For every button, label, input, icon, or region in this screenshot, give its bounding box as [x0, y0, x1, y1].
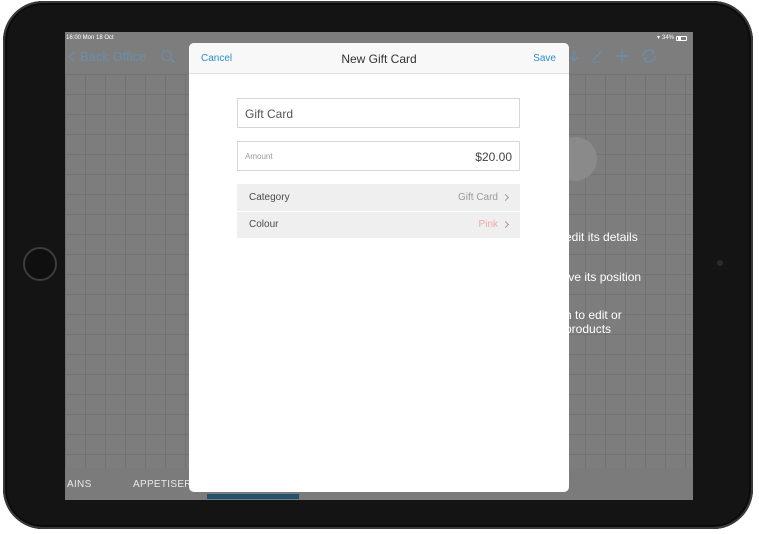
battery-icon	[676, 35, 687, 41]
options-group: Category Gift Card Colour Pink	[237, 184, 520, 238]
camera-icon	[717, 260, 723, 266]
tab-mains[interactable]: AINS	[67, 479, 92, 490]
selected-tab-indicator	[207, 494, 299, 499]
battery-percent: 34%	[661, 35, 674, 41]
chevron-right-icon	[501, 193, 510, 202]
modal-title: New Gift Card	[341, 52, 417, 66]
chevron-right-icon	[501, 220, 510, 229]
tab-appetisers[interactable]: APPETISER	[133, 479, 192, 490]
back-office-button[interactable]: Back Office	[68, 49, 147, 64]
back-office-label: Back Office	[80, 49, 147, 64]
sync-icon[interactable]	[640, 48, 658, 64]
colour-value: Pink	[478, 219, 498, 230]
search-icon[interactable]	[161, 50, 172, 61]
gift-card-name-field[interactable]: Gift Card	[237, 98, 520, 128]
save-button[interactable]: Save	[533, 53, 556, 64]
status-time: 16:00 Mon 18 Oct	[66, 35, 114, 41]
screen: 16:00 Mon 18 Oct ▾ 34% Back Office o edi…	[65, 32, 693, 500]
amount-field[interactable]: Amount $20.00	[237, 141, 520, 171]
category-label: Category	[249, 192, 290, 203]
colour-row[interactable]: Colour Pink	[237, 211, 520, 238]
pencil-icon[interactable]	[590, 49, 604, 63]
plus-icon[interactable]	[614, 48, 630, 64]
wifi-icon: ▾	[656, 35, 660, 41]
category-row[interactable]: Category Gift Card	[237, 184, 520, 212]
colour-label: Colour	[249, 219, 279, 230]
status-indicators: ▾ 34%	[657, 32, 687, 44]
amount-label: Amount	[245, 152, 273, 161]
category-value: Gift Card	[457, 192, 498, 203]
home-button[interactable]	[23, 247, 57, 281]
gift-card-name-value: Gift Card	[245, 107, 294, 121]
toolbar-actions	[568, 48, 658, 64]
modal-header: Cancel New Gift Card Save	[189, 43, 569, 74]
amount-value: $20.00	[475, 150, 512, 164]
download-icon[interactable]	[568, 49, 580, 63]
chevron-left-icon	[68, 51, 79, 62]
new-gift-card-modal: Cancel New Gift Card Save Gift Card Amou…	[189, 43, 569, 492]
ipad-device-frame: 16:00 Mon 18 Oct ▾ 34% Back Office o edi…	[3, 1, 753, 529]
